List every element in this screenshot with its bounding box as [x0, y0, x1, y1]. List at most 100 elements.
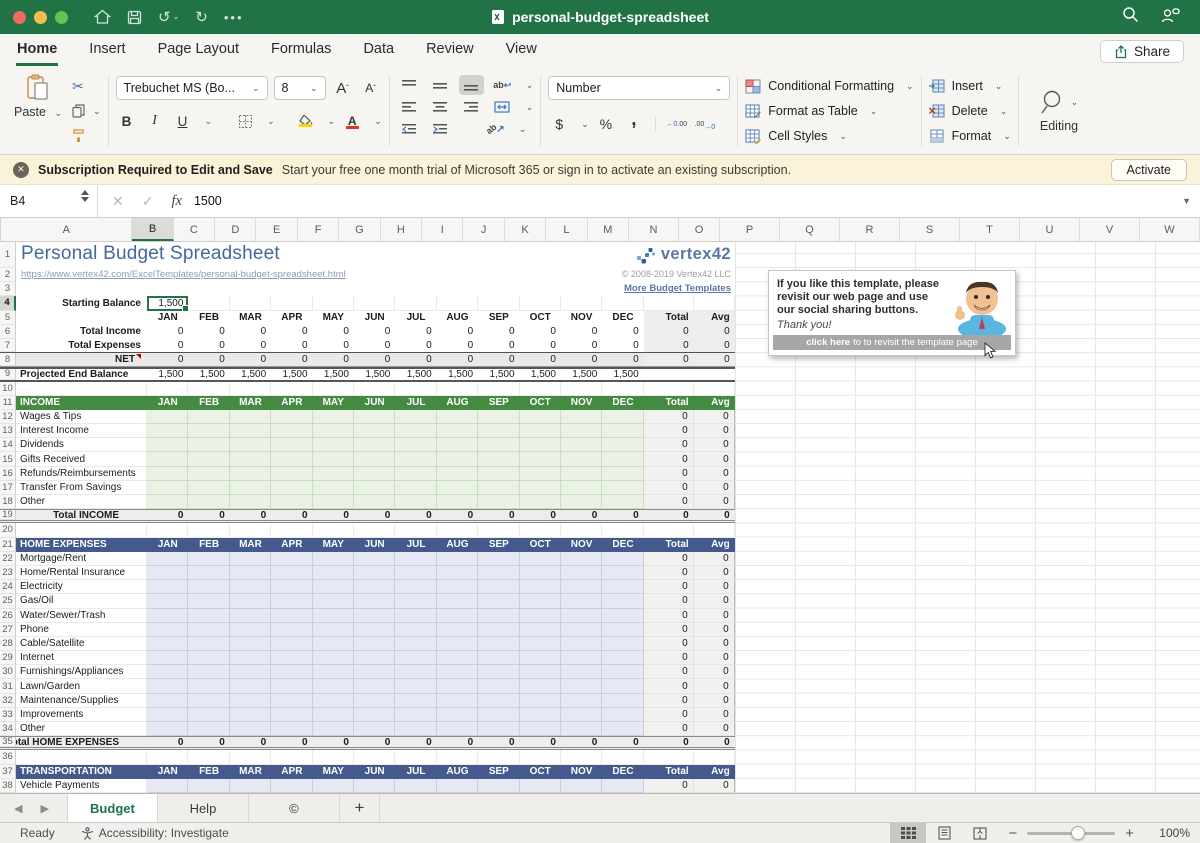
cell[interactable]	[561, 296, 602, 310]
cell[interactable]	[147, 495, 188, 509]
cell[interactable]: 1,500	[395, 369, 436, 379]
cell[interactable]: 0	[147, 737, 188, 747]
row-header-19[interactable]: 19	[0, 510, 16, 520]
cell[interactable]	[395, 637, 436, 651]
menu-tab-formulas[interactable]: Formulas	[270, 41, 332, 66]
cell[interactable]	[520, 609, 561, 623]
previous-sheet-arrow-icon[interactable]: ◀	[14, 802, 22, 815]
cell[interactable]	[395, 679, 436, 693]
cell[interactable]	[271, 594, 312, 608]
cell[interactable]	[561, 779, 602, 793]
cell[interactable]	[230, 467, 271, 481]
cell[interactable]	[395, 523, 436, 537]
cell[interactable]: 0	[694, 609, 735, 623]
row-header-5[interactable]: 5	[0, 311, 16, 325]
row-header-29[interactable]: 29	[0, 651, 16, 665]
cell[interactable]	[644, 750, 694, 764]
cell[interactable]	[313, 779, 354, 793]
cell[interactable]: 1,500	[188, 369, 229, 379]
cell[interactable]	[561, 566, 602, 580]
cell[interactable]	[147, 665, 188, 679]
cell[interactable]: 0	[437, 353, 478, 366]
cell[interactable]	[561, 452, 602, 466]
cell[interactable]	[437, 481, 478, 495]
cell[interactable]	[520, 637, 561, 651]
cell[interactable]: 0	[644, 353, 694, 366]
row-header-20[interactable]: 20	[0, 523, 16, 537]
activate-button[interactable]: Activate	[1111, 159, 1187, 181]
cell[interactable]	[271, 566, 312, 580]
normal-view-button[interactable]	[890, 823, 926, 843]
cell[interactable]: 0	[520, 339, 561, 352]
cell[interactable]	[520, 481, 561, 495]
cell[interactable]	[354, 566, 395, 580]
cell[interactable]	[478, 708, 519, 722]
cell[interactable]	[271, 438, 312, 452]
cell[interactable]: 0	[188, 353, 229, 366]
cell[interactable]: 0	[644, 637, 694, 651]
cell[interactable]	[354, 495, 395, 509]
cell[interactable]	[478, 452, 519, 466]
row-header-4[interactable]: 4	[0, 296, 16, 310]
cell[interactable]	[313, 679, 354, 693]
column-header-n[interactable]: N	[629, 218, 679, 241]
cell[interactable]: 0	[602, 325, 643, 339]
cell[interactable]	[354, 750, 395, 764]
cell[interactable]	[313, 694, 354, 708]
cell[interactable]	[561, 637, 602, 651]
cell[interactable]	[230, 609, 271, 623]
column-header-l[interactable]: L	[546, 218, 587, 241]
column-header-e[interactable]: E	[256, 218, 297, 241]
accessibility-status[interactable]: Accessibility: Investigate	[99, 826, 229, 840]
cell[interactable]: 0	[395, 353, 436, 366]
cell[interactable]	[354, 552, 395, 566]
cell[interactable]: 0	[694, 779, 735, 793]
cell[interactable]: 0	[188, 339, 229, 352]
cell[interactable]	[520, 665, 561, 679]
cell[interactable]	[230, 694, 271, 708]
column-header-f[interactable]: F	[298, 218, 339, 241]
cell[interactable]: 0	[644, 339, 694, 352]
cell[interactable]: 0	[644, 665, 694, 679]
cell[interactable]: 0	[147, 510, 188, 520]
more-toolbar-options-icon[interactable]: •••	[224, 11, 244, 24]
cell[interactable]: 0	[395, 339, 436, 352]
cell[interactable]	[354, 694, 395, 708]
cell[interactable]	[354, 665, 395, 679]
cell[interactable]	[478, 523, 519, 537]
cell[interactable]	[561, 594, 602, 608]
cell[interactable]: 0	[313, 325, 354, 339]
menu-tab-insert[interactable]: Insert	[88, 41, 126, 66]
cell[interactable]	[230, 679, 271, 693]
cell[interactable]	[395, 296, 436, 310]
cell[interactable]	[437, 594, 478, 608]
delete-cells-button[interactable]: Delete⌄	[929, 99, 1011, 123]
cell[interactable]	[313, 452, 354, 466]
cell[interactable]: 0	[644, 495, 694, 509]
cell[interactable]	[271, 750, 312, 764]
cell[interactable]: 0	[644, 708, 694, 722]
cell[interactable]	[478, 410, 519, 424]
cell[interactable]	[520, 694, 561, 708]
page-break-view-button[interactable]	[962, 823, 998, 843]
page-layout-view-button[interactable]	[926, 823, 962, 843]
cell[interactable]	[188, 410, 229, 424]
sheet-tab-tab[interactable]: ©	[249, 794, 340, 822]
cell[interactable]	[602, 594, 643, 608]
cell[interactable]	[478, 566, 519, 580]
cell[interactable]	[602, 623, 643, 637]
increase-decimal-button[interactable]: ←0.00	[666, 113, 688, 135]
cell[interactable]	[313, 552, 354, 566]
cell[interactable]	[188, 665, 229, 679]
cell[interactable]	[561, 722, 602, 736]
cell[interactable]: 0	[561, 353, 602, 366]
column-header-d[interactable]: D	[215, 218, 256, 241]
cell[interactable]	[395, 481, 436, 495]
row-header-34[interactable]: 34	[0, 722, 16, 736]
cell[interactable]	[16, 523, 147, 537]
column-header-r[interactable]: R	[840, 218, 900, 241]
cell[interactable]	[188, 296, 229, 310]
format-painter-button[interactable]	[72, 126, 101, 146]
cell[interactable]	[561, 523, 602, 537]
search-icon[interactable]	[1122, 6, 1139, 28]
